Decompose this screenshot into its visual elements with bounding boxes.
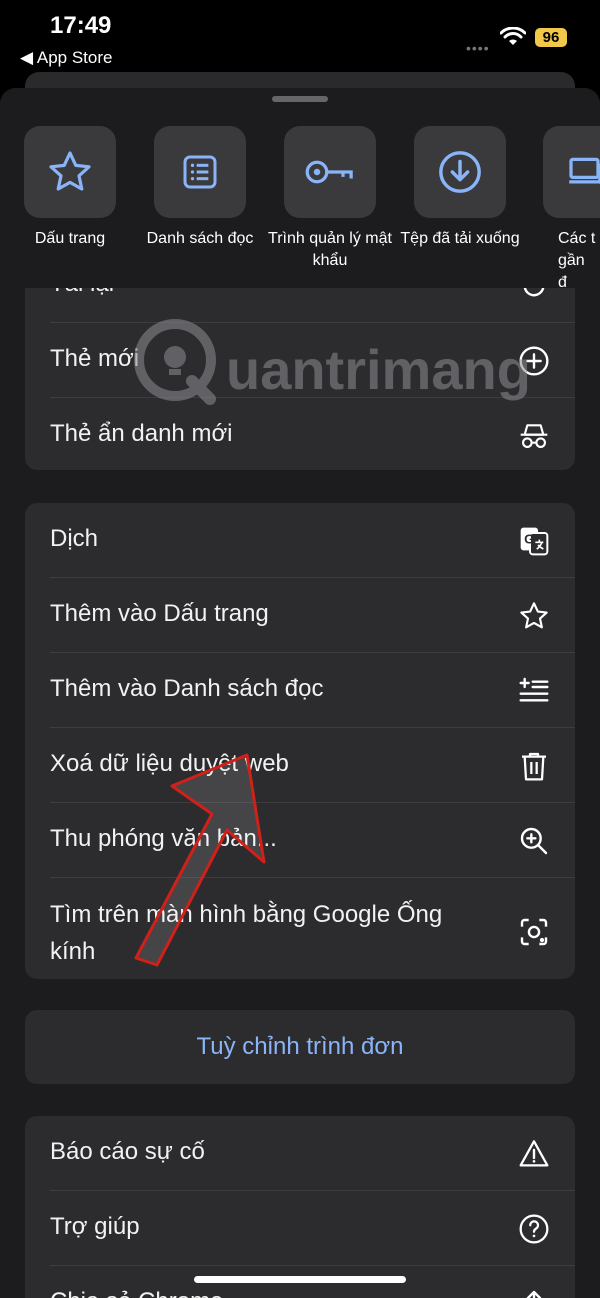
home-indicator[interactable] bbox=[194, 1276, 406, 1283]
annotation-arrow bbox=[134, 753, 266, 967]
